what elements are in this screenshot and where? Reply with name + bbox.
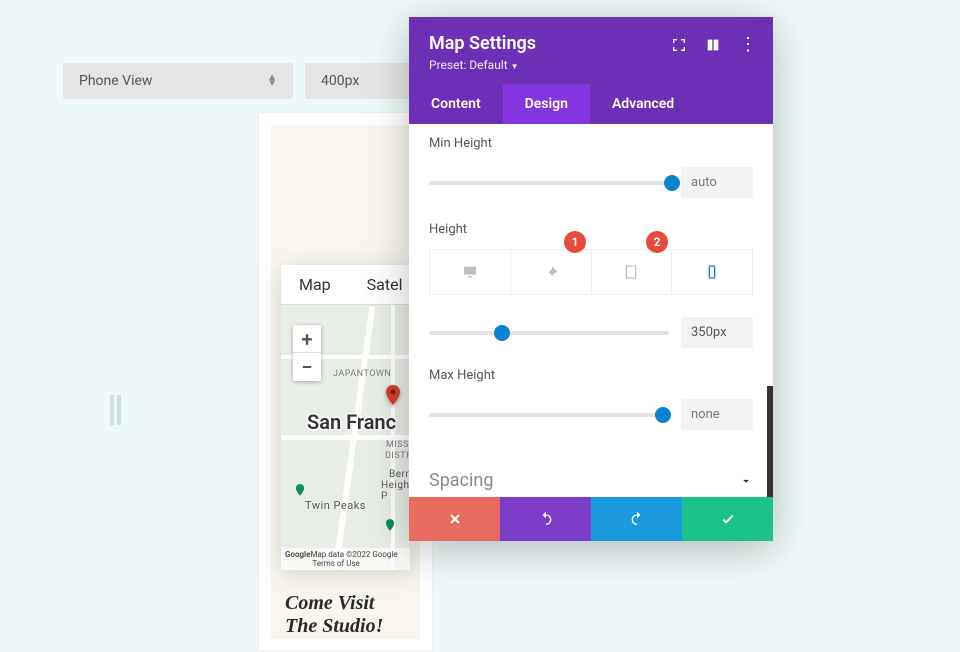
pin-icon: [543, 264, 559, 280]
phone-view-select[interactable]: Phone View ▲▼: [63, 63, 293, 99]
max-height-label: Max Height: [429, 368, 753, 383]
slider-thumb[interactable]: [664, 175, 680, 191]
settings-actions: [409, 497, 773, 541]
map-zoom-in-button[interactable]: +: [293, 325, 321, 353]
map-area-heights: Heights P: [381, 480, 410, 502]
redo-icon: [629, 511, 645, 527]
map-attribution: Google Map data ©2022 Google Terms of Us…: [281, 548, 410, 570]
map-canvas[interactable]: JAPANTOWN MISSIO DISTRICT Berna Heights …: [281, 305, 410, 570]
poi-pin-icon: [293, 483, 307, 497]
height-label: Height: [429, 222, 753, 237]
expand-icon[interactable]: [671, 37, 687, 53]
device-tablet-tab[interactable]: [592, 250, 673, 294]
select-updown-icon: ▲▼: [267, 75, 277, 87]
map-zoom-out-button[interactable]: −: [293, 353, 321, 381]
map-zoom-control: + −: [293, 325, 321, 381]
phone-view-label: Phone View: [79, 73, 152, 89]
map-area-berna: Berna: [389, 469, 410, 480]
phone-icon: [704, 264, 720, 280]
redo-button[interactable]: [591, 497, 682, 541]
map-area-twin: Twin Peaks: [305, 499, 366, 512]
height-value[interactable]: 350px: [681, 317, 753, 348]
device-hover-tab[interactable]: [511, 250, 592, 294]
map-area-japantown: JAPANTOWN: [333, 369, 391, 379]
undo-icon: [538, 511, 554, 527]
phone-preview-content: Map Satel JAPANTOWN MISSIO DISTRICT Bern…: [271, 125, 420, 639]
map-area-district: DISTRICT: [385, 451, 410, 461]
width-label: 400px: [321, 73, 359, 89]
section-heading: Come Visit The Studio!: [285, 592, 406, 638]
map-tab-map[interactable]: Map: [281, 265, 349, 304]
min-height-slider[interactable]: [429, 181, 669, 185]
accordion-spacing-label: Spacing: [429, 470, 493, 491]
chevron-down-icon: [739, 474, 753, 488]
undo-button[interactable]: [500, 497, 591, 541]
max-height-value[interactable]: none: [681, 399, 753, 430]
phone-preview-frame: Map Satel JAPANTOWN MISSIO DISTRICT Bern…: [258, 112, 433, 652]
map-module: Map Satel JAPANTOWN MISSIO DISTRICT Bern…: [281, 265, 410, 570]
map-area-mission: MISSIO: [386, 440, 410, 450]
scrollbar[interactable]: [767, 386, 773, 497]
slider-thumb[interactable]: [655, 407, 671, 423]
settings-panel: Map Settings Preset: Default▼ ⋮ Content …: [409, 17, 773, 541]
slider-thumb[interactable]: [494, 325, 510, 341]
poi-pin-icon: [383, 518, 397, 532]
callout-badge-2: 2: [646, 231, 668, 253]
accordion-spacing[interactable]: Spacing: [429, 456, 753, 497]
settings-header: Map Settings Preset: Default▼ ⋮: [409, 17, 773, 84]
map-terms-link[interactable]: Terms of Use: [312, 559, 359, 568]
device-phone-tab[interactable]: [672, 250, 752, 294]
settings-body: Min Height auto Height 1 2 350px Max Hei…: [409, 124, 773, 497]
desktop-icon: [462, 264, 478, 280]
more-icon[interactable]: ⋮: [739, 39, 757, 51]
save-button[interactable]: [682, 497, 773, 541]
preset-selector[interactable]: Preset: Default▼: [429, 58, 753, 72]
device-desktop-tab[interactable]: [430, 250, 511, 294]
close-icon: [447, 511, 463, 527]
map-pin-icon: [381, 383, 405, 407]
tablet-icon: [623, 264, 639, 280]
device-tabs: [429, 249, 753, 295]
column-icon[interactable]: [705, 37, 721, 53]
height-slider[interactable]: [429, 331, 669, 335]
cancel-button[interactable]: [409, 497, 500, 541]
map-data-label: Map data ©2022 Google: [310, 550, 397, 559]
callout-badge-1: 1: [564, 231, 586, 253]
min-height-label: Min Height: [429, 136, 753, 151]
min-height-value[interactable]: auto: [681, 167, 753, 198]
tab-advanced[interactable]: Advanced: [590, 84, 696, 124]
settings-tabs: Content Design Advanced: [409, 84, 773, 124]
map-logo: Google: [285, 550, 310, 568]
tab-design[interactable]: Design: [503, 84, 590, 124]
tab-content[interactable]: Content: [409, 84, 503, 124]
max-height-slider[interactable]: [429, 413, 669, 417]
caret-down-icon: ▼: [511, 62, 519, 71]
check-icon: [720, 511, 736, 527]
map-city-label: San Franc: [307, 410, 396, 434]
